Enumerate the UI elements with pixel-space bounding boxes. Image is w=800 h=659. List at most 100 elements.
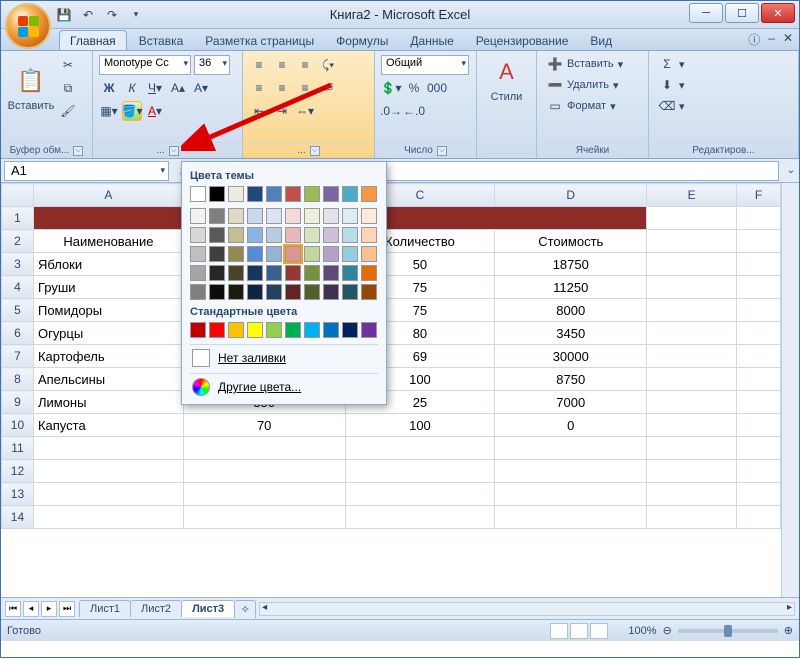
percent-icon[interactable]: % xyxy=(404,78,424,98)
dialog-launcher-icon[interactable]: ⌵ xyxy=(310,146,320,156)
orientation-icon[interactable]: ⤹▾ xyxy=(318,55,338,75)
color-swatch[interactable] xyxy=(304,208,320,224)
cell[interactable] xyxy=(737,345,781,368)
cut-icon[interactable]: ✂ xyxy=(58,55,78,75)
color-swatch[interactable] xyxy=(209,227,225,243)
undo-icon[interactable]: ↶ xyxy=(79,6,97,24)
row-header[interactable]: 5 xyxy=(2,299,34,322)
cell[interactable] xyxy=(737,414,781,437)
cell[interactable]: 11250 xyxy=(495,276,647,299)
color-swatch[interactable] xyxy=(285,284,301,300)
more-colors-item[interactable]: Другие цвета... xyxy=(190,373,378,400)
color-swatch[interactable] xyxy=(304,265,320,281)
increase-decimal-icon[interactable]: .0→ xyxy=(381,101,401,121)
color-swatch[interactable] xyxy=(323,246,339,262)
cell[interactable] xyxy=(33,483,183,506)
fill-button[interactable]: ⬇▾ xyxy=(655,76,792,94)
nav-prev-icon[interactable]: ◂ xyxy=(23,601,39,617)
color-swatch[interactable] xyxy=(228,284,244,300)
color-swatch[interactable] xyxy=(190,186,206,202)
cell[interactable]: Картофель xyxy=(33,345,183,368)
row-header[interactable]: 8 xyxy=(2,368,34,391)
grow-font-icon[interactable]: A▴ xyxy=(168,78,188,98)
color-swatch[interactable] xyxy=(342,322,358,338)
color-swatch[interactable] xyxy=(361,322,377,338)
row-header[interactable]: 7 xyxy=(2,345,34,368)
sheet-tab[interactable]: Лист1 xyxy=(79,600,131,617)
maximize-button[interactable]: ☐ xyxy=(725,3,759,23)
row-header[interactable]: 12 xyxy=(2,460,34,483)
shrink-font-icon[interactable]: A▾ xyxy=(191,78,211,98)
zoom-slider[interactable] xyxy=(678,629,778,633)
color-swatch[interactable] xyxy=(247,208,263,224)
cell[interactable]: Наименование xyxy=(33,230,183,253)
cell[interactable]: Стоимость xyxy=(495,230,647,253)
expand-formula-icon[interactable]: ⌄ xyxy=(783,165,799,176)
cells-format-button[interactable]: ▭Формат ▾ xyxy=(543,97,642,115)
cell[interactable]: 100 xyxy=(345,414,495,437)
color-swatch[interactable] xyxy=(342,265,358,281)
col-header[interactable]: E xyxy=(647,184,737,207)
color-swatch[interactable] xyxy=(285,227,301,243)
comma-icon[interactable]: 000 xyxy=(427,78,447,98)
zoom-out-icon[interactable]: ⊖ xyxy=(663,624,672,637)
color-swatch[interactable] xyxy=(247,265,263,281)
color-swatch[interactable] xyxy=(342,186,358,202)
merge-center-icon[interactable]: ⇔▾ xyxy=(295,101,315,121)
cell[interactable] xyxy=(33,437,183,460)
cell[interactable]: Апельсины xyxy=(33,368,183,391)
fill-color-button[interactable]: 🪣▾ xyxy=(122,101,142,121)
cell[interactable]: 0 xyxy=(495,414,647,437)
clear-button[interactable]: ⌫▾ xyxy=(655,97,792,115)
cell[interactable]: 30000 xyxy=(495,345,647,368)
color-swatch[interactable] xyxy=(266,322,282,338)
row-header[interactable]: 6 xyxy=(2,322,34,345)
cell[interactable] xyxy=(647,207,737,230)
sheet-tab[interactable]: Лист3 xyxy=(181,600,235,617)
tab-page-layout[interactable]: Разметка страницы xyxy=(195,31,324,50)
color-swatch[interactable] xyxy=(304,227,320,243)
color-swatch[interactable] xyxy=(266,208,282,224)
close-doc-icon[interactable]: ✕ xyxy=(783,31,793,48)
bold-icon[interactable]: Ж xyxy=(99,78,119,98)
cell[interactable]: 3450 xyxy=(495,322,647,345)
decrease-decimal-icon[interactable]: ←.0 xyxy=(404,101,424,121)
underline-icon[interactable]: Ч▾ xyxy=(145,78,165,98)
borders-icon[interactable]: ▦▾ xyxy=(99,101,119,121)
color-swatch[interactable] xyxy=(247,284,263,300)
name-box[interactable]: A1 xyxy=(4,161,169,181)
color-swatch[interactable] xyxy=(190,322,206,338)
spreadsheet-grid[interactable]: A B C D E F 1 ца 2 Наименование Количест… xyxy=(1,183,781,529)
color-swatch[interactable] xyxy=(190,208,206,224)
color-swatch[interactable] xyxy=(190,246,206,262)
row-header[interactable]: 10 xyxy=(2,414,34,437)
cell[interactable] xyxy=(737,276,781,299)
color-swatch[interactable] xyxy=(361,246,377,262)
row-header[interactable]: 14 xyxy=(2,506,34,529)
color-swatch[interactable] xyxy=(228,186,244,202)
row-header[interactable]: 3 xyxy=(2,253,34,276)
font-name-combo[interactable]: Monotype Cc xyxy=(99,55,191,75)
format-painter-icon[interactable]: 🖌 xyxy=(58,101,78,121)
cell[interactable] xyxy=(737,207,781,230)
cell[interactable] xyxy=(647,345,737,368)
color-swatch[interactable] xyxy=(190,265,206,281)
minimize-button[interactable]: ─ xyxy=(689,3,723,23)
increase-indent-icon[interactable]: ⇥ xyxy=(272,101,292,121)
accounting-icon[interactable]: 💲▾ xyxy=(381,78,401,98)
cell[interactable]: 8750 xyxy=(495,368,647,391)
save-icon[interactable]: 💾 xyxy=(55,6,73,24)
dialog-launcher-icon[interactable]: ⌵ xyxy=(169,146,179,156)
color-swatch[interactable] xyxy=(304,284,320,300)
color-swatch[interactable] xyxy=(247,322,263,338)
cell[interactable] xyxy=(737,368,781,391)
qat-dropdown-icon[interactable]: ▾ xyxy=(127,6,145,24)
copy-icon[interactable]: ⧉ xyxy=(58,78,78,98)
cell[interactable] xyxy=(737,253,781,276)
color-swatch[interactable] xyxy=(190,284,206,300)
nav-next-icon[interactable]: ▸ xyxy=(41,601,57,617)
col-header[interactable]: A xyxy=(33,184,183,207)
align-right-icon[interactable]: ≡ xyxy=(295,78,315,98)
cells-delete-button[interactable]: ➖Удалить ▾ xyxy=(543,76,642,94)
cell[interactable]: 18750 xyxy=(495,253,647,276)
